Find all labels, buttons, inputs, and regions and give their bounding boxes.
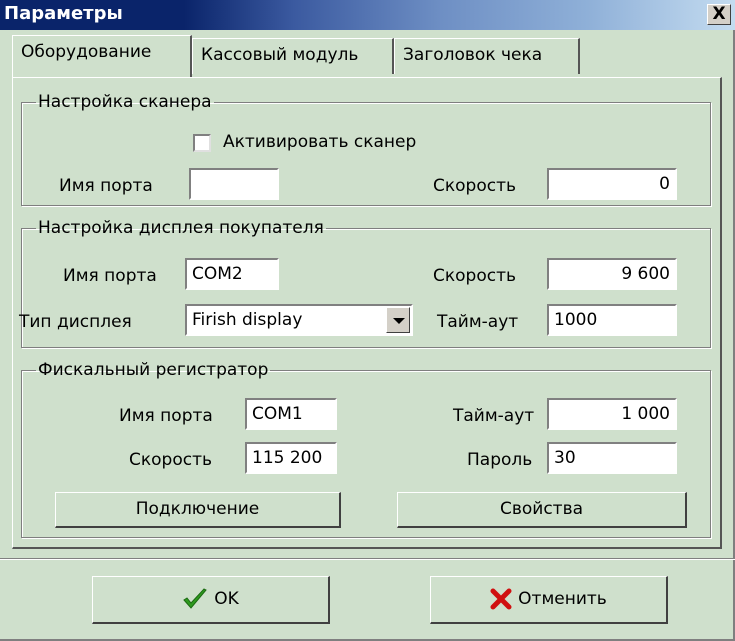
fiscal-speed-field[interactable]: 115 200 [245, 442, 337, 474]
fiscal-port-label: Имя порта [119, 406, 213, 426]
tab-receipt-header[interactable]: Заголовок чека [394, 38, 580, 74]
activate-scanner-checkbox[interactable] [193, 134, 211, 152]
dropdown-arrow-icon[interactable] [386, 307, 410, 333]
fiscal-timeout-label: Тайм-аут [453, 406, 535, 426]
display-port-label: Имя порта [63, 266, 157, 286]
window-title: Параметры [4, 3, 123, 24]
display-type-value: Firish display [192, 310, 303, 330]
display-type-label: Тип дисплея [19, 312, 132, 332]
cancel-label: Отменить [518, 589, 607, 609]
fiscal-port-field[interactable]: COM1 [245, 398, 337, 430]
display-speed-label: Скорость [433, 266, 516, 286]
tab-cash-module[interactable]: Кассовый модуль [192, 38, 394, 74]
display-timeout-field[interactable]: 1000 [547, 304, 677, 336]
title-bar[interactable]: Параметры X [0, 0, 735, 30]
properties-button[interactable]: Свойства [397, 492, 687, 528]
display-timeout-label: Тайм-аут [437, 312, 519, 332]
scanner-legend: Настройка сканера [38, 92, 212, 112]
checkmark-icon [183, 588, 208, 609]
connect-button[interactable]: Подключение [55, 492, 341, 528]
ok-label: OK [214, 589, 239, 609]
display-legend: Настройка дисплея покупателя [38, 218, 324, 238]
tab-equipment[interactable]: Оборудование [12, 35, 192, 77]
activate-scanner-label: Активировать сканер [223, 132, 417, 152]
scanner-speed-label: Скорость [433, 176, 516, 196]
parameters-dialog: Параметры X Оборудование Кассовый модуль… [0, 0, 735, 641]
fiscal-legend: Фискальный регистратор [38, 360, 269, 380]
fiscal-password-field[interactable]: 30 [547, 442, 677, 474]
cancel-button[interactable]: Отменить [430, 576, 668, 624]
tab-panel: Настройка сканера Активировать сканер Им… [12, 77, 722, 549]
scanner-port-field[interactable] [189, 168, 279, 200]
fiscal-speed-label: Скорость [129, 450, 212, 470]
fiscal-timeout-field[interactable]: 1 000 [547, 398, 677, 430]
scanner-speed-field[interactable]: 0 [547, 168, 677, 200]
scanner-port-label: Имя порта [59, 176, 153, 196]
fiscal-password-label: Пароль [467, 450, 533, 470]
cross-icon [490, 588, 512, 610]
close-button[interactable]: X [707, 4, 731, 25]
display-port-field[interactable]: COM2 [185, 258, 279, 290]
display-speed-field[interactable]: 9 600 [547, 258, 677, 290]
ok-button[interactable]: OK [92, 576, 330, 624]
display-type-select[interactable]: Firish display [185, 304, 413, 336]
footer-divider [0, 558, 735, 560]
